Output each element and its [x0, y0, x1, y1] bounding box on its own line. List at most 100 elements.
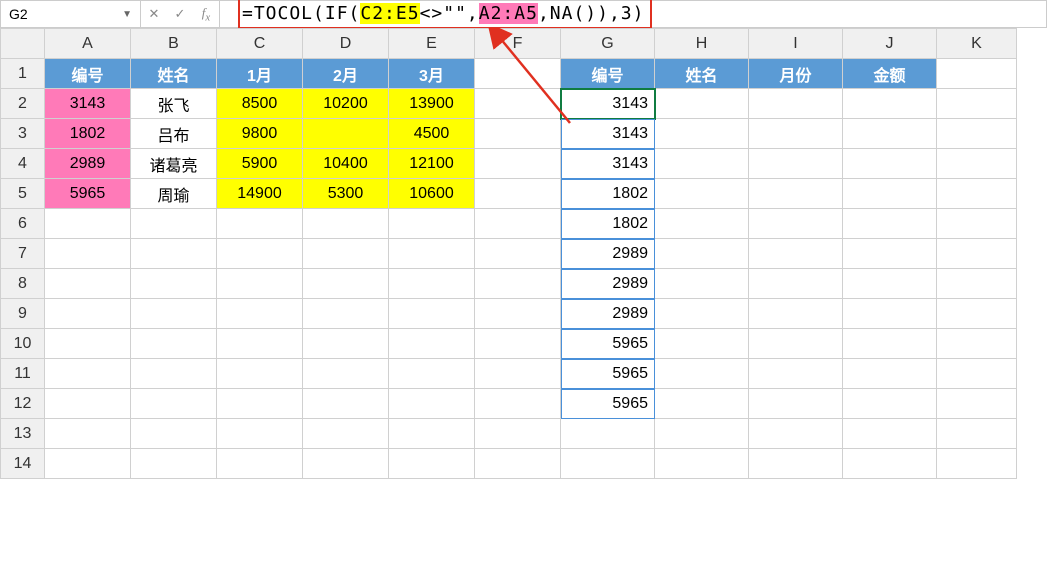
cell[interactable]: 12100 [389, 149, 475, 179]
cell[interactable] [217, 209, 303, 239]
cell[interactable]: 5965 [45, 179, 131, 209]
cell[interactable]: 诸葛亮 [131, 149, 217, 179]
col-header[interactable]: F [475, 29, 561, 59]
cell[interactable] [217, 359, 303, 389]
cell[interactable]: 姓名 [655, 59, 749, 89]
cell[interactable] [749, 89, 843, 119]
cell[interactable] [843, 149, 937, 179]
cell[interactable] [475, 209, 561, 239]
cell[interactable] [475, 89, 561, 119]
cell[interactable] [843, 119, 937, 149]
cell[interactable] [131, 239, 217, 269]
cell[interactable]: 月份 [749, 59, 843, 89]
cell[interactable] [937, 449, 1017, 479]
cell[interactable]: 周瑜 [131, 179, 217, 209]
cell[interactable] [749, 389, 843, 419]
cell[interactable] [303, 389, 389, 419]
cell[interactable] [937, 89, 1017, 119]
cell[interactable] [45, 329, 131, 359]
cell[interactable] [217, 389, 303, 419]
cell[interactable]: 5965 [561, 389, 655, 419]
cell[interactable]: 10400 [303, 149, 389, 179]
cell[interactable] [843, 389, 937, 419]
fx-icon[interactable]: fx [197, 5, 215, 24]
cell[interactable] [389, 269, 475, 299]
col-header[interactable]: J [843, 29, 937, 59]
cell[interactable] [937, 389, 1017, 419]
formula-input[interactable]: =TOCOL(IF(C2:E5<>"",A2:A5,NA()),3) [220, 1, 1046, 27]
row-header[interactable]: 10 [1, 329, 45, 359]
row-header[interactable]: 14 [1, 449, 45, 479]
cell[interactable]: 4500 [389, 119, 475, 149]
cell[interactable] [843, 299, 937, 329]
cell[interactable] [45, 209, 131, 239]
cell[interactable] [389, 209, 475, 239]
cell[interactable] [749, 449, 843, 479]
cell[interactable] [475, 239, 561, 269]
cell[interactable]: 2989 [45, 149, 131, 179]
spreadsheet-grid[interactable]: A B C D E F G H I J K 1 编号 姓名 1月 2月 3月 编… [0, 28, 1017, 479]
cell[interactable]: 编号 [561, 59, 655, 89]
cell[interactable] [131, 299, 217, 329]
cell[interactable] [475, 119, 561, 149]
cell[interactable] [937, 359, 1017, 389]
row-header[interactable]: 1 [1, 59, 45, 89]
cell[interactable]: 9800 [217, 119, 303, 149]
cell[interactable] [843, 329, 937, 359]
col-header[interactable]: A [45, 29, 131, 59]
cell[interactable] [475, 329, 561, 359]
col-header[interactable]: D [303, 29, 389, 59]
row-header[interactable]: 5 [1, 179, 45, 209]
active-cell[interactable]: 3143 [561, 89, 655, 119]
cell[interactable]: 1802 [45, 119, 131, 149]
cell[interactable] [749, 179, 843, 209]
cell[interactable]: 5965 [561, 359, 655, 389]
cell[interactable]: 1802 [561, 209, 655, 239]
cell[interactable] [655, 359, 749, 389]
cell[interactable] [475, 149, 561, 179]
cell[interactable] [937, 329, 1017, 359]
cell[interactable] [655, 239, 749, 269]
cell[interactable] [937, 119, 1017, 149]
cell[interactable] [749, 269, 843, 299]
cell[interactable] [217, 269, 303, 299]
row-header[interactable]: 11 [1, 359, 45, 389]
cell[interactable]: 3143 [561, 149, 655, 179]
cell[interactable] [303, 239, 389, 269]
cell[interactable] [389, 359, 475, 389]
cell[interactable] [389, 389, 475, 419]
cell[interactable]: 5965 [561, 329, 655, 359]
cell[interactable] [45, 299, 131, 329]
cell[interactable] [217, 419, 303, 449]
cell[interactable] [937, 149, 1017, 179]
cell[interactable] [131, 389, 217, 419]
cell[interactable] [655, 149, 749, 179]
row-header[interactable]: 12 [1, 389, 45, 419]
cell[interactable] [749, 419, 843, 449]
cell[interactable] [655, 419, 749, 449]
cell[interactable] [937, 269, 1017, 299]
cell[interactable] [655, 179, 749, 209]
cell[interactable] [655, 299, 749, 329]
cancel-icon[interactable]: ✕ [145, 6, 163, 22]
cell[interactable]: 2989 [561, 239, 655, 269]
cell[interactable]: 3143 [45, 89, 131, 119]
cell[interactable]: 5300 [303, 179, 389, 209]
cell[interactable] [843, 269, 937, 299]
cell[interactable] [561, 449, 655, 479]
cell[interactable] [303, 449, 389, 479]
cell[interactable] [843, 359, 937, 389]
name-box-dropdown-icon[interactable]: ▼ [122, 9, 132, 20]
cell[interactable] [475, 389, 561, 419]
cell[interactable] [655, 449, 749, 479]
cell[interactable]: 3143 [561, 119, 655, 149]
cell[interactable] [655, 329, 749, 359]
col-header[interactable]: C [217, 29, 303, 59]
col-header[interactable]: B [131, 29, 217, 59]
cell[interactable] [843, 449, 937, 479]
cell[interactable]: 编号 [45, 59, 131, 89]
cell[interactable]: 8500 [217, 89, 303, 119]
cell[interactable] [303, 119, 389, 149]
cell[interactable]: 5900 [217, 149, 303, 179]
cell[interactable] [937, 239, 1017, 269]
